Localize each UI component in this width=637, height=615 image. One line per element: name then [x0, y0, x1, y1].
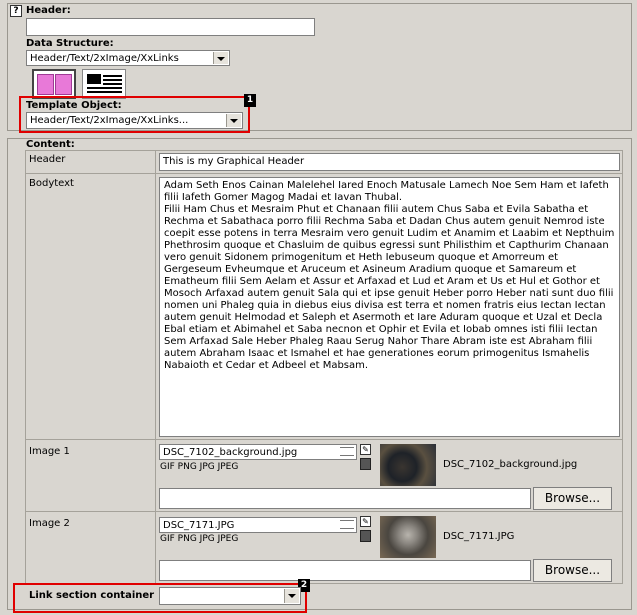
content-section-label: Content: [26, 139, 75, 150]
move-icon[interactable] [340, 447, 354, 456]
content-header-label: Header [29, 154, 66, 165]
image2-file-types: GIF PNG JPG JPEG [160, 534, 239, 544]
edit-icon[interactable]: ✎ [360, 516, 371, 527]
bodytext-label: Bodytext [29, 178, 74, 189]
link-section-label: Link section container [29, 590, 155, 601]
image1-file-types: GIF PNG JPG JPEG [160, 462, 239, 472]
edit-icon[interactable]: ✎ [360, 444, 371, 455]
chevron-down-icon[interactable] [284, 589, 299, 603]
template-object-value: Header/Text/2xImage/XxLinks... [30, 115, 189, 126]
chevron-down-icon[interactable] [213, 52, 228, 64]
image1-thumbnail[interactable] [380, 444, 436, 486]
move-icon[interactable] [340, 520, 354, 529]
header-field[interactable] [26, 18, 315, 36]
delete-icon[interactable] [360, 458, 371, 470]
image1-upload-field[interactable] [159, 488, 531, 509]
image2-label: Image 2 [29, 518, 70, 529]
data-structure-label: Data Structure: [26, 38, 114, 49]
image2-file-field[interactable]: DSC_7171.JPG [159, 517, 357, 533]
image1-browse-button[interactable]: Browse... [533, 487, 612, 510]
chevron-down-icon[interactable] [226, 114, 241, 127]
image1-caption: DSC_7102_background.jpg [443, 459, 578, 470]
image2-browse-button[interactable]: Browse... [533, 559, 612, 582]
image2-caption: DSC_7171.JPG [443, 531, 515, 542]
bodytext-textarea[interactable]: Adam Seth Enos Cainan Malelehel Iared En… [159, 177, 620, 437]
text-layout-icon[interactable] [82, 69, 126, 99]
callout-badge-1: 1 [244, 94, 256, 107]
help-icon[interactable]: ? [10, 5, 22, 17]
col-divider [155, 150, 156, 584]
template-object-label: Template Object: [26, 100, 122, 111]
content-header-field[interactable]: This is my Graphical Header [159, 153, 620, 171]
image1-label: Image 1 [29, 446, 70, 457]
header-label: Header: [26, 5, 71, 16]
link-section-select[interactable] [159, 587, 301, 605]
image1-file-field[interactable]: DSC_7102_background.jpg [159, 444, 357, 460]
two-column-layout-icon[interactable] [32, 69, 76, 99]
template-object-select[interactable]: Header/Text/2xImage/XxLinks... [26, 112, 243, 129]
data-structure-select[interactable]: Header/Text/2xImage/XxLinks [26, 50, 230, 66]
image2-upload-field[interactable] [159, 560, 531, 581]
data-structure-value: Header/Text/2xImage/XxLinks [30, 53, 179, 64]
image2-thumbnail[interactable] [380, 516, 436, 558]
delete-icon[interactable] [360, 530, 371, 542]
